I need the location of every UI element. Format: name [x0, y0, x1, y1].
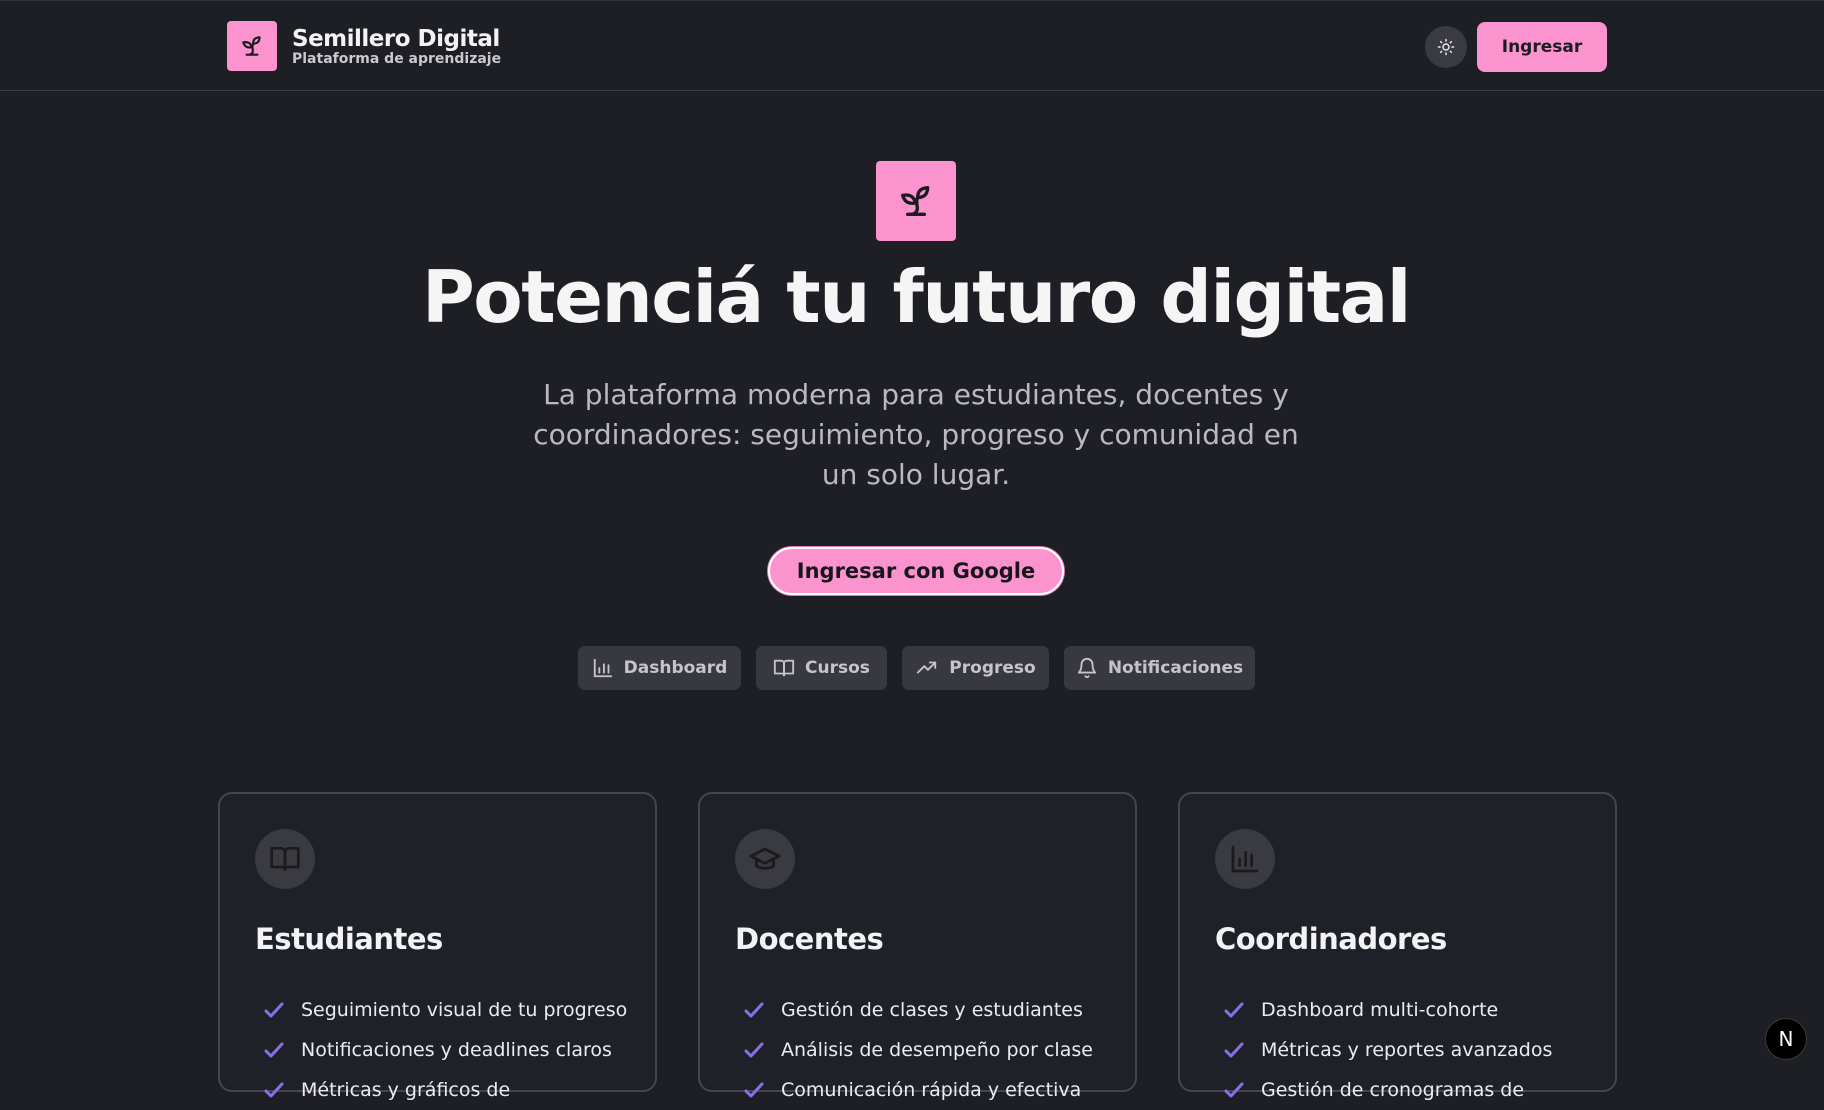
card-estudiantes: Estudiantes Seguimiento visual de tu pro…: [218, 792, 657, 1101]
list-item: Gestión de clases y estudiantes: [742, 990, 1093, 1030]
list-item: Notificaciones y deadlines claros: [262, 1030, 627, 1070]
card-docentes: Docentes Gestión de clases y estudiantes…: [698, 792, 1137, 1101]
list-item: Gestión de cronogramas de: [1222, 1070, 1552, 1110]
feature-chips: Dashboard Cursos Progreso Notificaciones: [0, 646, 1824, 690]
theme-toggle-button[interactable]: [1425, 26, 1467, 68]
trending-up-icon: [917, 661, 937, 674]
list-item: Dashboard multi-cohorte: [1222, 990, 1552, 1030]
sun-icon: [1437, 38, 1455, 56]
check-icon: [744, 1042, 764, 1058]
check-icon: [744, 1082, 764, 1098]
list-item-label: Análisis de desempeño por clase: [781, 1039, 1093, 1061]
chip-label: Progreso: [949, 658, 1036, 678]
list-item: Seguimiento visual de tu progreso: [262, 990, 627, 1030]
list-item-label: Gestión de cronogramas de: [1261, 1079, 1525, 1101]
list-item: Métricas y reportes avanzados: [1222, 1030, 1552, 1070]
brand[interactable]: Semillero Digital Plataforma de aprendiz…: [227, 21, 501, 71]
card-feature-list: Dashboard multi-cohorte Métricas y repor…: [1222, 990, 1552, 1110]
chip-label: Cursos: [805, 658, 870, 678]
chip-progreso[interactable]: Progreso: [902, 646, 1049, 690]
card-feature-list: Gestión de clases y estudiantes Análisis…: [742, 990, 1093, 1110]
book-open-icon: [255, 829, 315, 889]
sprout-icon: [227, 21, 277, 71]
book-icon: [773, 659, 795, 677]
graduation-cap-icon: [735, 829, 795, 889]
hero-title: Potenciá tu futuro digital: [422, 255, 1411, 339]
card-title: Docentes: [735, 922, 884, 956]
card-feature-list: Seguimiento visual de tu progreso Notifi…: [262, 990, 627, 1110]
list-item-label: Métricas y gráficos de: [301, 1079, 511, 1101]
check-icon: [744, 1002, 764, 1018]
hero-subtitle: La plataforma moderna para estudiantes, …: [533, 378, 1299, 491]
card-title: Coordinadores: [1215, 922, 1447, 956]
bar-chart-icon: [593, 658, 612, 678]
check-icon: [1224, 1042, 1244, 1058]
chip-cursos[interactable]: Cursos: [756, 646, 887, 690]
check-icon: [1224, 1082, 1244, 1098]
chip-label: Notificaciones: [1107, 658, 1244, 678]
list-item-label: Seguimiento visual de tu progreso: [301, 999, 628, 1021]
list-item-label: Notificaciones y deadlines claros: [301, 1039, 612, 1061]
list-item: Métricas y gráficos de: [262, 1070, 627, 1110]
check-icon: [264, 1042, 284, 1058]
list-item-label: Comunicación rápida y efectiva: [781, 1079, 1082, 1101]
list-item-label: Métricas y reportes avanzados: [1261, 1039, 1553, 1061]
sprout-icon: [876, 161, 956, 241]
brand-name: Semillero Digital: [292, 25, 500, 52]
chip-dashboard[interactable]: Dashboard: [578, 646, 741, 690]
check-icon: [1224, 1002, 1244, 1018]
bell-icon: [1077, 658, 1096, 679]
card-coordinadores: Coordinadores Dashboard multi-cohorte Mé…: [1178, 792, 1617, 1101]
chip-label: Dashboard: [623, 658, 728, 678]
list-item: Análisis de desempeño por clase: [742, 1030, 1093, 1070]
login-button[interactable]: Ingresar: [1477, 22, 1607, 72]
list-item-label: Dashboard multi-cohorte: [1261, 999, 1499, 1021]
list-item: Comunicación rápida y efectiva: [742, 1070, 1093, 1110]
check-icon: [264, 1082, 284, 1098]
card-title: Estudiantes: [255, 922, 443, 956]
dev-tools-badge[interactable]: N: [1765, 1018, 1807, 1060]
check-icon: [264, 1002, 284, 1018]
brand-subtitle: Plataforma de aprendizaje: [292, 50, 502, 67]
bar-chart-icon: [1215, 829, 1275, 889]
google-login-button[interactable]: Ingresar con Google: [768, 547, 1064, 595]
list-item-label: Gestión de clases y estudiantes: [781, 999, 1083, 1021]
chip-notificaciones[interactable]: Notificaciones: [1064, 646, 1255, 690]
top-navigation: Semillero Digital Plataforma de aprendiz…: [0, 0, 1824, 91]
